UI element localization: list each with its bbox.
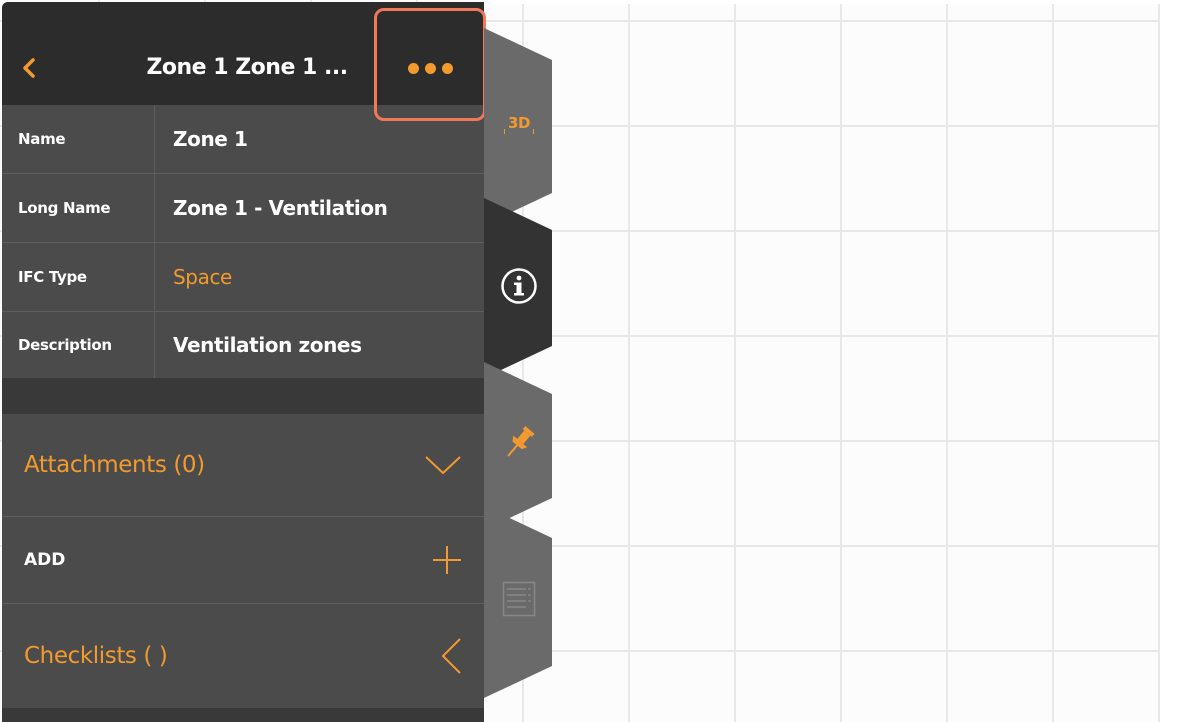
plus-icon bbox=[433, 546, 461, 574]
property-label: Description bbox=[2, 312, 155, 378]
chevron-down-icon bbox=[425, 456, 461, 475]
tab-info[interactable] bbox=[484, 260, 554, 312]
chevron-left-icon bbox=[23, 58, 35, 78]
attachments-title: Attachments (0) bbox=[24, 452, 205, 478]
info-icon bbox=[501, 268, 537, 304]
more-dot bbox=[424, 63, 436, 74]
more-horizontal-icon bbox=[407, 63, 419, 74]
tab-checklists[interactable] bbox=[484, 574, 554, 624]
attachments-section-header[interactable]: Attachments (0) bbox=[2, 414, 484, 517]
checklist-icon bbox=[502, 581, 536, 617]
property-row-ifc-type: IFC Type Space bbox=[2, 243, 484, 312]
checklists-title: Checklists ( ) bbox=[24, 643, 168, 669]
property-value: Zone 1 bbox=[173, 127, 248, 151]
chevron-left-icon bbox=[441, 638, 461, 674]
checklists-section-header[interactable]: Checklists ( ) bbox=[2, 604, 484, 708]
panel-footer bbox=[2, 708, 484, 722]
more-options-button[interactable] bbox=[374, 8, 486, 121]
page-title: Zone 1 Zone 1 ... bbox=[146, 55, 348, 80]
section-divider bbox=[2, 378, 484, 414]
tab-3d[interactable]: 3D bbox=[484, 98, 554, 148]
ifc-type-link[interactable]: Space bbox=[173, 243, 232, 311]
more-dot bbox=[441, 63, 453, 74]
add-label: ADD bbox=[24, 550, 66, 570]
property-value: Zone 1 - Ventilation bbox=[173, 196, 388, 220]
property-label: IFC Type bbox=[2, 243, 155, 311]
add-attachment-button[interactable]: ADD bbox=[2, 517, 484, 604]
property-label: Long Name bbox=[2, 174, 155, 242]
tab-pins[interactable] bbox=[484, 418, 554, 468]
property-value: Ventilation zones bbox=[173, 333, 362, 357]
side-tab-bar: 3D bbox=[484, 28, 556, 718]
back-button[interactable] bbox=[14, 48, 44, 88]
property-row-description: Description Ventilation zones bbox=[2, 312, 484, 378]
viewport-edge bbox=[486, 0, 1200, 4]
viewport-edge bbox=[1160, 0, 1200, 722]
property-label: Name bbox=[2, 105, 155, 173]
3d-label: 3D bbox=[504, 112, 534, 134]
property-row-long-name: Long Name Zone 1 - Ventilation bbox=[2, 174, 484, 243]
pushpin-icon bbox=[507, 426, 535, 457]
